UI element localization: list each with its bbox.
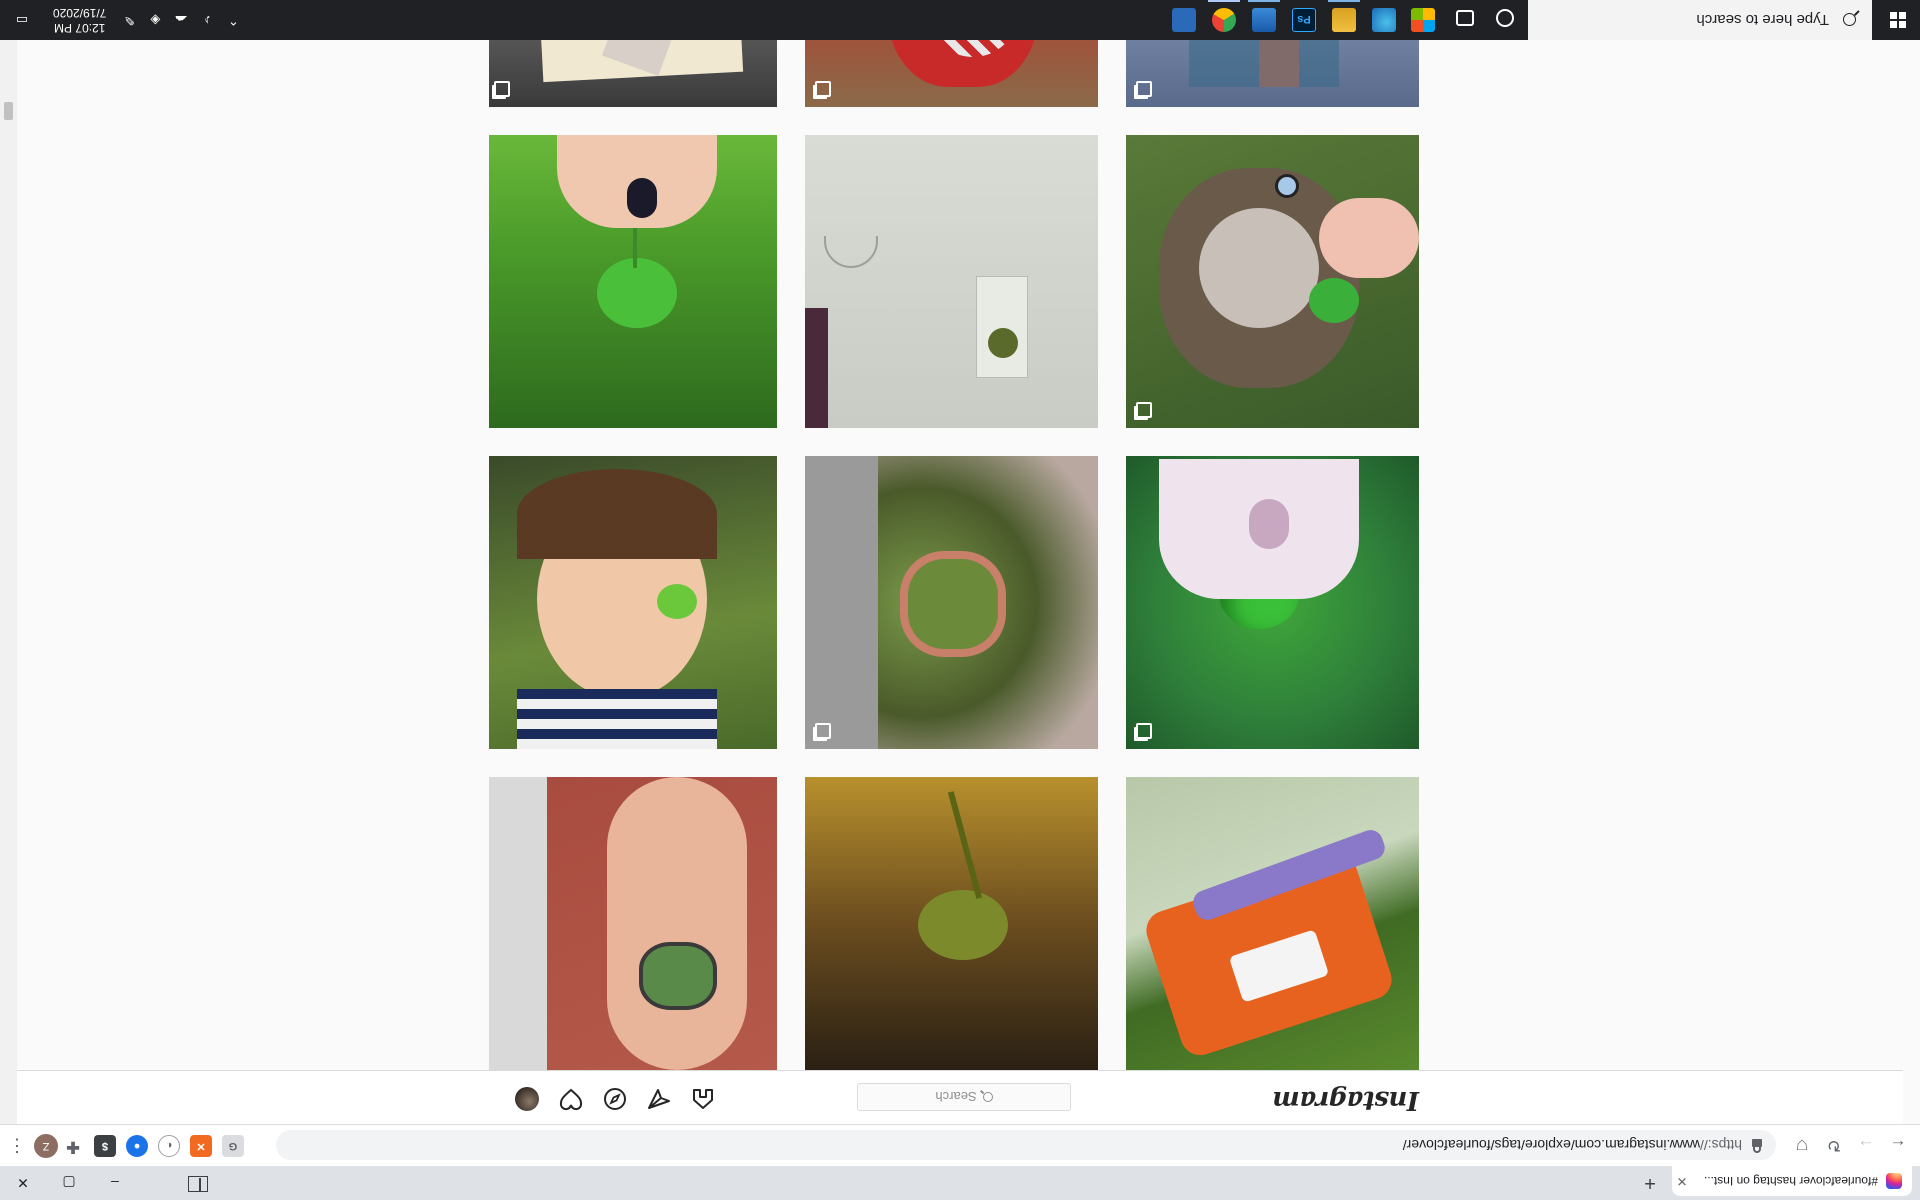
dropbox-icon[interactable]: ◈: [147, 12, 163, 28]
grid-post-clover-sepia[interactable]: [805, 777, 1098, 1070]
back-arrow-icon[interactable]: ←: [1886, 1133, 1910, 1157]
browser-menu-icon[interactable]: ⋮: [7, 1133, 27, 1157]
multi-photo-icon: [1136, 402, 1152, 418]
taskbar-search-placeholder: Type here to search: [1696, 11, 1829, 29]
extension-icon-dark[interactable]: $: [94, 1135, 116, 1157]
search-icon: [1843, 13, 1856, 27]
grid-post-pressed-clover[interactable]: [805, 135, 1098, 428]
multi-photo-icon: [815, 723, 831, 739]
search-icon: [982, 1092, 993, 1102]
volume-icon[interactable]: ♪: [199, 12, 215, 28]
chevron-up-icon[interactable]: ⌃: [225, 12, 241, 28]
reload-icon[interactable]: ↻: [1822, 1133, 1846, 1157]
profile-avatar[interactable]: Z: [34, 1134, 58, 1158]
direct-messages-icon[interactable]: [647, 1087, 671, 1111]
grid-post-clover-tattoo[interactable]: [805, 456, 1098, 749]
new-tab-button[interactable]: +: [1638, 1170, 1662, 1194]
task-view-icon[interactable]: [1456, 10, 1474, 26]
extension-icon-g[interactable]: G: [222, 1135, 244, 1157]
multi-photo-icon: [1136, 81, 1152, 97]
close-window-button[interactable]: ✕: [0, 1166, 46, 1200]
cortana-icon[interactable]: [1496, 9, 1514, 27]
multi-photo-icon: [494, 81, 510, 97]
browser-tab-instagram[interactable]: #fourleafclover hashtag on Inst... ✕: [1672, 1166, 1912, 1196]
instagram-nav-icons: [495, 1087, 715, 1111]
microsoft-store-icon[interactable]: [1411, 8, 1435, 32]
grid-post-clover-fingers[interactable]: [1126, 456, 1419, 749]
system-tray: ⌃ ♪ ☁ ◈ ✎ 12:07 PM 7/19/2020 ▭: [0, 0, 246, 40]
grid-post-arm-tattoo[interactable]: [489, 777, 777, 1070]
shield-extension-icon[interactable]: ⛉: [1790, 1133, 1814, 1157]
tab-title: #fourleafclover hashtag on Inst...: [1703, 1174, 1878, 1188]
windows-taskbar: Type here to search Ps ⌃ ♪ ☁ ◈ ✎ 12:07 P…: [0, 0, 1920, 40]
address-bar[interactable]: https:// www.instagram.com/explore/tags/…: [276, 1130, 1776, 1160]
tab-close-icon[interactable]: ✕: [1672, 1173, 1692, 1189]
clock-date: 7/19/2020: [53, 6, 107, 20]
extension-icon-orange[interactable]: ✕: [190, 1135, 212, 1157]
notifications-icon[interactable]: ▭: [14, 12, 30, 28]
photos-app-icon[interactable]: [1252, 8, 1276, 32]
grid-post-chainsaw[interactable]: [1126, 777, 1419, 1070]
edge-browser-icon[interactable]: [1372, 8, 1396, 32]
page-scrollbar[interactable]: [0, 40, 17, 1124]
multi-photo-icon: [815, 81, 831, 97]
url-scheme: https://: [1699, 1137, 1742, 1153]
profile-avatar-icon[interactable]: [515, 1087, 539, 1111]
grid-post-dog-clover[interactable]: [1126, 135, 1419, 428]
settings-gear-icon[interactable]: [1172, 8, 1196, 32]
scrollbar-thumb[interactable]: [4, 102, 13, 120]
pen-icon[interactable]: ✎: [121, 12, 137, 28]
clock-time: 12:07 PM: [54, 21, 106, 35]
multi-photo-icon: [1136, 723, 1152, 739]
explore-compass-icon[interactable]: [603, 1087, 627, 1111]
taskbar-search-box[interactable]: Type here to search: [1528, 0, 1872, 40]
home-icon[interactable]: [691, 1087, 715, 1111]
tab-layout-icon[interactable]: [188, 1176, 208, 1192]
onedrive-cloud-icon[interactable]: ☁: [173, 12, 189, 28]
search-placeholder: Search: [935, 1089, 977, 1105]
instagram-logo[interactable]: Instagram: [1273, 1085, 1419, 1115]
url-text: www.instagram.com/explore/tags/fourleafc…: [1402, 1137, 1700, 1153]
extension-icon-circle[interactable]: ◐: [158, 1135, 180, 1157]
desktop-screen: #fourleafclover hashtag on Inst... ✕ + –…: [0, 0, 1920, 1200]
instagram-search-input[interactable]: Search: [857, 1083, 1071, 1111]
activity-heart-icon[interactable]: [559, 1087, 583, 1111]
windows-start-icon[interactable]: [1890, 12, 1906, 28]
file-explorer-icon[interactable]: [1332, 8, 1356, 32]
forward-arrow-icon[interactable]: →: [1854, 1133, 1878, 1157]
instagram-top-nav: Instagram Search: [17, 1070, 1903, 1124]
chrome-browser-icon[interactable]: [1212, 8, 1236, 32]
browser-toolbar: ← → ↻ ⛉ https:// www.instagram.com/explo…: [0, 1124, 1920, 1166]
minimize-button[interactable]: –: [92, 1166, 138, 1200]
browser-tab-strip: #fourleafclover hashtag on Inst... ✕ + –…: [0, 1166, 1920, 1200]
extensions-puzzle-icon[interactable]: ✚: [62, 1135, 84, 1157]
taskbar-clock[interactable]: 12:07 PM 7/19/2020: [53, 5, 106, 35]
maximize-button[interactable]: ▢: [46, 1166, 92, 1200]
grid-post-clover-hand[interactable]: [489, 135, 777, 428]
grid-post-girl-clover[interactable]: [489, 456, 777, 749]
active-indicator: [1208, 0, 1240, 2]
window-controls: – ▢ ✕: [0, 1166, 138, 1200]
active-indicator: [1328, 0, 1360, 2]
hashtag-post-grid: [489, 10, 1419, 1070]
instagram-favicon-icon: [1886, 1173, 1902, 1189]
photoshop-icon[interactable]: Ps: [1292, 8, 1316, 32]
lock-icon: [1752, 1139, 1762, 1147]
active-indicator: [1248, 0, 1280, 2]
extension-icon-blue[interactable]: ●: [126, 1135, 148, 1157]
